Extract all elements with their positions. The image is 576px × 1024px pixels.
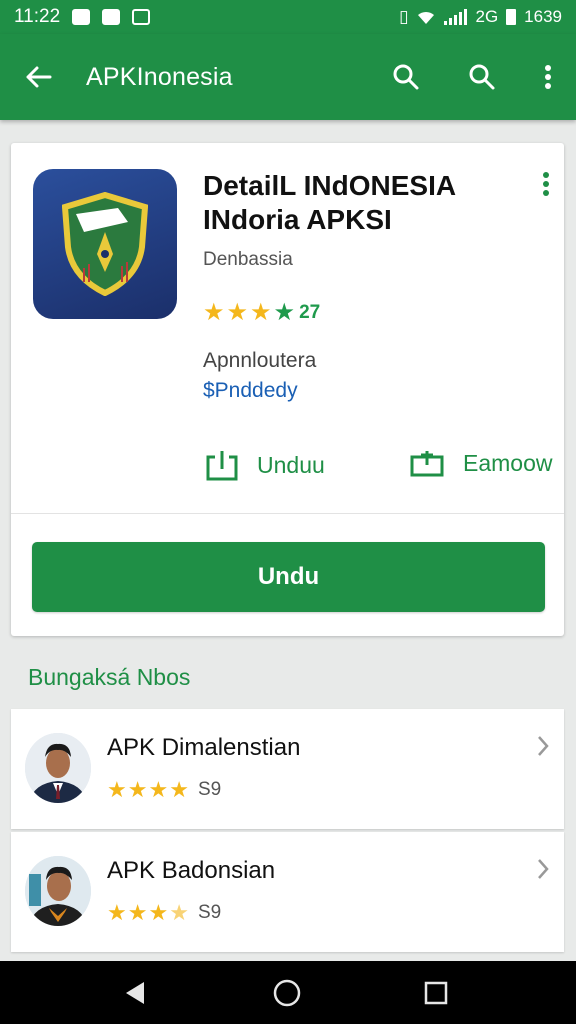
more-vert-icon[interactable] — [542, 171, 550, 202]
battery-icon — [506, 9, 517, 25]
star-icon: ★ — [127, 777, 148, 802]
star-icon: ★ — [169, 777, 189, 802]
star-icon: ★ — [250, 299, 272, 326]
arrow-left-icon[interactable] — [20, 59, 56, 95]
star-icon: ★ — [148, 900, 169, 925]
list-item[interactable]: APK Dimalenstian ★ ★ ★ ★ S9 — [11, 709, 564, 829]
wifi-icon — [418, 11, 435, 24]
home-icon[interactable] — [270, 976, 304, 1010]
chevron-right-icon[interactable] — [536, 735, 550, 762]
notification-icon — [102, 9, 121, 25]
search-icon[interactable] — [464, 59, 500, 95]
recents-icon[interactable] — [419, 976, 453, 1010]
star-icon: ★ — [107, 777, 127, 802]
vibrate-icon: ▯ — [399, 7, 409, 26]
shield-icon — [62, 192, 148, 296]
section-title: Bungaksá Nbos — [28, 664, 191, 690]
list-item-count: S9 — [197, 779, 222, 800]
list-item[interactable]: APK Badonsian ★ ★ ★ ★ S9 — [11, 832, 564, 952]
divider — [11, 513, 564, 514]
app-icon — [33, 169, 177, 319]
share-icon — [410, 451, 444, 477]
star-icon: ★ — [127, 900, 148, 925]
share-action-label: Eamoow — [463, 449, 553, 476]
star-icon: ★ — [203, 299, 225, 326]
signal-icon — [444, 9, 468, 25]
network-type: 2G — [475, 7, 499, 26]
avatar — [25, 856, 91, 926]
back-icon[interactable] — [118, 976, 152, 1010]
app-title: DetailL INdONESIA INdoria APKSI — [203, 170, 456, 235]
star-icon: ★ — [273, 299, 296, 326]
list-item-rating: ★ ★ ★ ★ S9 — [107, 779, 221, 801]
download-icon — [206, 451, 238, 481]
notification-icon — [72, 9, 91, 25]
app-detail-card: DetailL INdONESIA INdoria APKSI Denbassi… — [11, 143, 564, 636]
status-bar: 11:22 ▯ 2G 1639 — [0, 0, 576, 34]
search-icon[interactable] — [388, 59, 424, 95]
star-icon: ★ — [148, 777, 169, 802]
rating-value: 27 — [299, 302, 321, 323]
star-icon: ★ — [226, 299, 249, 326]
status-time: 11:22 — [14, 6, 61, 27]
app-bar-title: APKInonesia — [86, 62, 233, 91]
more-vert-icon[interactable] — [540, 59, 556, 95]
list-item-rating: ★ ★ ★ ★ S9 — [107, 902, 221, 924]
install-button[interactable]: Undu — [32, 542, 545, 612]
download-action-label: Unduu — [257, 451, 325, 478]
star-icon: ★ — [107, 900, 127, 925]
app-rating: ★ ★ ★ ★ 27 — [203, 301, 320, 325]
app-bar: APKInonesia — [0, 34, 576, 120]
download-action[interactable]: Unduu — [205, 449, 325, 481]
list-item-count: S9 — [197, 902, 222, 923]
avatar — [25, 733, 91, 803]
share-action[interactable]: Eamoow — [409, 449, 552, 477]
list-item-title: APK Badonsian — [107, 857, 276, 884]
chevron-right-icon[interactable] — [536, 858, 550, 885]
gallery-icon — [132, 9, 151, 25]
meta-label: Apnnloutera — [203, 349, 317, 372]
navigation-bar — [0, 961, 576, 1024]
meta-link[interactable]: $Pnddedy — [203, 379, 298, 403]
star-half-icon: ★ — [169, 900, 189, 925]
list-item-title: APK Dimalenstian — [107, 734, 301, 761]
developer-name[interactable]: Denbassia — [203, 249, 293, 271]
battery-text: 1639 — [524, 7, 562, 26]
